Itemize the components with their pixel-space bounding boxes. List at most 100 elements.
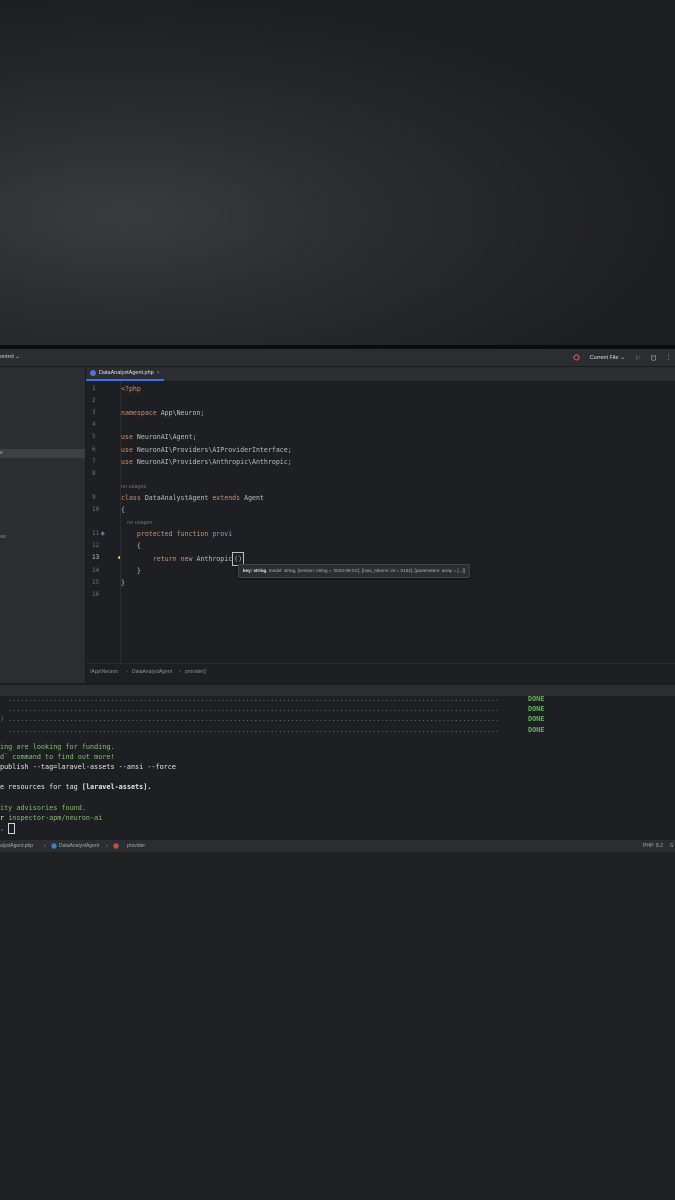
code-token: provi <box>212 530 233 539</box>
run-icon[interactable]: ▷ <box>634 353 643 362</box>
run-config-select[interactable]: Current File ⌄ <box>587 355 628 361</box>
status-done: DONE <box>528 725 545 734</box>
breadcrumb-namespace[interactable]: \App\Neuron <box>90 669 118 675</box>
terminal-package: inspector-apm/neuron-ai <box>8 814 103 822</box>
code-line: use NeuronAI\Agent; <box>121 431 196 443</box>
code-token: } <box>121 566 141 575</box>
line-number: 12 <box>92 542 100 550</box>
terminal-line: d` command to find out more! <box>0 753 115 761</box>
tab-data-analyst-agent[interactable]: DataAnalystAgent.php × <box>86 367 164 381</box>
terminal-line: ........................................… <box>0 704 675 714</box>
line-gutter: 1234567891011◉1213●141516 <box>86 381 121 663</box>
code-token: DataAnalystAgent <box>144 493 213 502</box>
status-extra: S <box>670 843 674 849</box>
line-number: 13● <box>92 552 121 564</box>
project-sidebar: · e <box>0 367 86 683</box>
terminal-line: ........................................… <box>0 725 675 735</box>
code-token: class <box>121 493 145 502</box>
video-frame-top <box>0 0 675 348</box>
status-done: DONE <box>528 715 545 724</box>
breadcrumb: \App\Neuron › DataAnalystAgent › provide… <box>86 663 675 684</box>
line-number: 3 <box>92 409 96 417</box>
status-path-file[interactable]: alystAgent.php <box>0 843 33 849</box>
code-token: { <box>121 542 141 551</box>
code-line: use NeuronAI\Providers\AIProviderInterfa… <box>121 444 292 456</box>
copilot-icon[interactable] <box>572 353 581 362</box>
terminal-dots: ........................................… <box>0 705 500 714</box>
line-number: 5 <box>92 433 96 441</box>
line-number: 16 <box>92 590 100 598</box>
debug-icon[interactable] <box>649 353 658 362</box>
toolbar-right: Current File ⌄ ▷ ⋮ <box>572 352 675 363</box>
breadcrumb-method[interactable]: provider() <box>185 669 206 675</box>
sidebar-item-label: e <box>0 450 3 456</box>
tooltip-rest: , model: string, [version: string = '202… <box>266 568 465 573</box>
code-token: <?php <box>121 385 141 393</box>
code-line: } <box>121 565 141 577</box>
php-file-icon <box>90 370 96 376</box>
terminal-text: r <box>0 814 9 822</box>
code-token: Anthropic <box>196 555 233 564</box>
terminal-dots: ........................................… <box>0 695 500 703</box>
line-number: 7 <box>92 457 96 465</box>
terminal-line: r inspector-apm/neuron-ai <box>0 813 102 823</box>
code-area[interactable]: <?php namespace App\Neuron; use NeuronAI\A… <box>121 381 675 663</box>
code-token: protected function <box>121 530 213 539</box>
chevron-right-icon: › <box>106 843 108 849</box>
terminal-line: ing are looking for funding. <box>0 743 115 751</box>
override-icon[interactable]: ◉ <box>101 528 105 540</box>
terminal-dots: ) ......................................… <box>0 715 500 724</box>
sidebar-item-selected[interactable]: e <box>0 449 85 458</box>
tab-label: DataAnalystAgent.php <box>99 370 154 376</box>
code-token: use <box>121 457 137 466</box>
terminal-text: e resources for tag <box>0 783 82 791</box>
terminal-prompt[interactable]: . <box>0 823 16 834</box>
editor-pane: DataAnalystAgent.php × 1 2 3 4 5 6 7 8 9 10 11 ◉ 12 1… <box>86 367 675 683</box>
line-number: 9 <box>92 493 96 501</box>
chevron-down-icon: ⌄ <box>620 354 625 361</box>
code-token: { <box>121 506 125 514</box>
code-line: protected function provi <box>121 528 232 540</box>
breadcrumb-class[interactable]: DataAnalystAgent <box>132 669 172 675</box>
code-token: Agent <box>244 493 264 502</box>
class-icon <box>51 843 57 851</box>
code-token: use <box>121 433 137 442</box>
line-number: 15 <box>92 578 100 586</box>
line-number: 8 <box>92 469 96 477</box>
code-token: no usages <box>121 520 153 527</box>
terminal-output[interactable]: ........................................… <box>0 695 675 839</box>
terminal-line: publish --tag=laravel-assets --ansi --fo… <box>0 763 176 771</box>
close-icon[interactable]: × <box>157 370 160 376</box>
terminal-line: ity advisories found. <box>0 804 86 812</box>
status-path-class[interactable]: DataAnalystAgent <box>59 843 99 849</box>
line-number: 4 <box>92 421 96 429</box>
code-token: extends <box>212 493 245 502</box>
status-path-method[interactable]: provider <box>127 843 145 849</box>
vcs-menu[interactable]: ontrol ⌄ <box>0 354 20 360</box>
line-number: 2 <box>92 397 96 405</box>
terminal-dots: ........................................… <box>0 725 500 734</box>
code-line: } <box>121 577 125 589</box>
php-version[interactable]: PHP: 8.2 <box>643 843 663 849</box>
code-token: namespace <box>121 409 161 418</box>
code-token: NeuronAI\Providers\AIProviderInterface; <box>136 445 292 454</box>
terminal-cursor <box>8 823 16 834</box>
terminal-line: ) ......................................… <box>0 714 675 724</box>
line-number: 10 <box>92 506 100 513</box>
title-bar: ontrol ⌄ Current File ⌄ ▷ ⋮ <box>0 349 675 367</box>
editor-tabs: DataAnalystAgent.php × <box>86 367 675 382</box>
vcs-change-marker <box>0 535 6 538</box>
status-bar: alystAgent.php › DataAnalystAgent › prov… <box>0 839 675 852</box>
terminal-line: e resources for tag [laravel-assets]. <box>0 782 151 792</box>
status-done: DONE <box>528 705 545 714</box>
run-config-label: Current File <box>589 354 619 361</box>
ide-window: ontrol ⌄ Current File ⌄ ▷ ⋮ · e DataAnal… <box>0 348 675 854</box>
code-line: use NeuronAI\Providers\Anthropic\Anthrop… <box>121 456 292 468</box>
chevron-right-icon: › <box>179 669 181 675</box>
code-token: } <box>121 578 125 587</box>
code-line: return new Anthropic() <box>121 552 245 567</box>
code-line: namespace App\Neuron; <box>121 407 204 419</box>
code-token: return new <box>121 555 197 564</box>
code-token: App\Neuron; <box>160 409 205 418</box>
more-icon[interactable]: ⋮ <box>664 353 673 362</box>
